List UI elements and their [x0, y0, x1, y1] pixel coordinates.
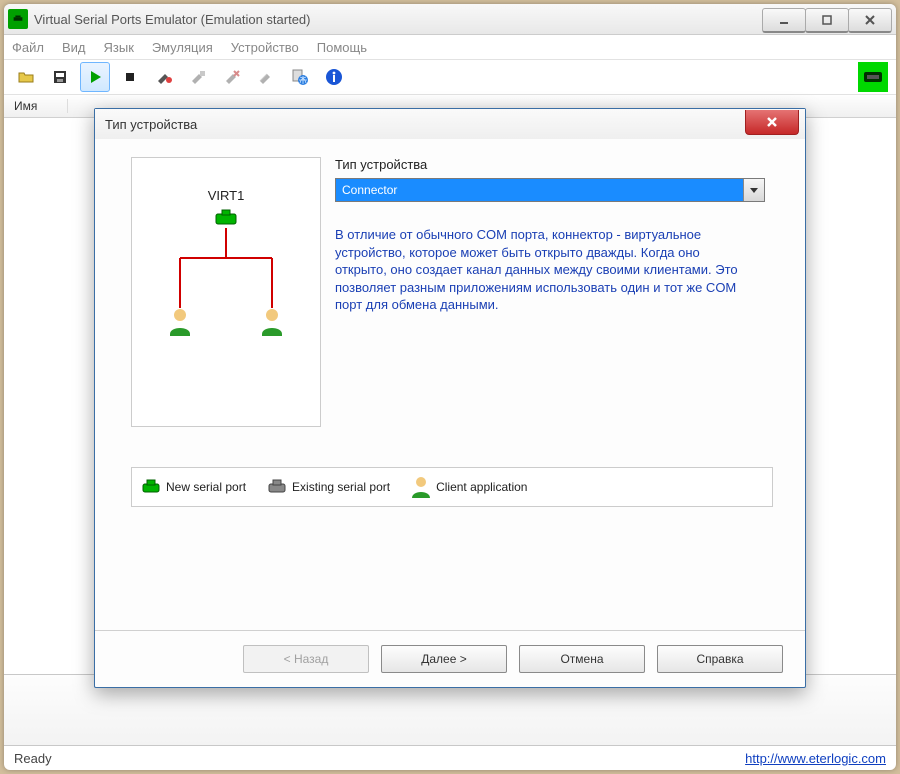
start-emulation-button[interactable]	[80, 62, 110, 92]
window-title: Virtual Serial Ports Emulator (Emulation…	[34, 12, 763, 27]
network-button[interactable]	[286, 63, 314, 91]
dialog-title: Тип устройства	[105, 117, 197, 132]
menu-device[interactable]: Устройство	[231, 40, 299, 55]
status-text: Ready	[14, 751, 52, 766]
status-link[interactable]: http://www.eterlogic.com	[745, 751, 886, 766]
diagram-legend: New serial port Existing serial port Cli…	[131, 467, 773, 507]
menu-view[interactable]: Вид	[62, 40, 86, 55]
brand-logo-icon	[858, 62, 888, 92]
new-port-icon	[142, 479, 160, 495]
dialog-button-row: < Назад Далее > Отмена Справка	[95, 630, 805, 687]
dialog-close-button[interactable]	[745, 110, 799, 135]
cancel-button[interactable]: Отмена	[519, 645, 645, 673]
menu-help[interactable]: Помощь	[317, 40, 367, 55]
legend-existing-port: Existing serial port	[268, 479, 390, 495]
save-button[interactable]	[46, 63, 74, 91]
help-button[interactable]: Справка	[657, 645, 783, 673]
combo-selected-value: Connector	[342, 183, 397, 197]
person-icon	[262, 309, 282, 336]
existing-port-icon	[268, 479, 286, 495]
back-button: < Назад	[243, 645, 369, 673]
add-device-button[interactable]	[150, 63, 178, 91]
dialog-titlebar: Тип устройства	[95, 109, 805, 139]
maximize-button[interactable]	[805, 8, 849, 33]
open-button[interactable]	[12, 63, 40, 91]
device-action2-button[interactable]	[218, 63, 246, 91]
menu-lang[interactable]: Язык	[104, 40, 134, 55]
dialog-body: VIRT1 Тип устро	[95, 139, 805, 611]
device-action3-button[interactable]	[252, 63, 280, 91]
person-icon	[170, 309, 190, 336]
device-type-dialog: Тип устройства VIRT1	[94, 108, 806, 688]
titlebar: Virtual Serial Ports Emulator (Emulation…	[4, 4, 896, 35]
stop-emulation-button[interactable]	[116, 63, 144, 91]
device-type-label: Тип устройства	[335, 157, 765, 172]
diagram-label: VIRT1	[208, 188, 245, 203]
status-bar: Ready http://www.eterlogic.com	[4, 746, 896, 770]
close-button[interactable]	[848, 8, 892, 33]
minimize-button[interactable]	[762, 8, 806, 33]
device-diagram: VIRT1	[131, 157, 321, 427]
device-action1-button[interactable]	[184, 63, 212, 91]
legend-new-port: New serial port	[142, 479, 246, 495]
list-column-name[interactable]: Имя	[14, 99, 68, 113]
client-app-icon	[412, 476, 430, 498]
app-icon	[8, 9, 28, 29]
device-type-combo[interactable]: Connector	[335, 178, 765, 202]
menu-file[interactable]: Файл	[12, 40, 44, 55]
port-icon	[216, 210, 236, 224]
toolbar	[4, 59, 896, 95]
info-button[interactable]	[320, 63, 348, 91]
dialog-form: Тип устройства Connector В отличие от об…	[335, 157, 765, 314]
menu-emulation[interactable]: Эмуляция	[152, 40, 213, 55]
legend-client-app: Client application	[412, 476, 527, 498]
next-button[interactable]: Далее >	[381, 645, 507, 673]
menu-bar: Файл Вид Язык Эмуляция Устройство Помощь	[4, 35, 896, 59]
device-type-description: В отличие от обычного COM порта, коннект…	[335, 226, 751, 314]
combo-dropdown-button[interactable]	[743, 179, 764, 201]
window-buttons	[763, 8, 892, 30]
